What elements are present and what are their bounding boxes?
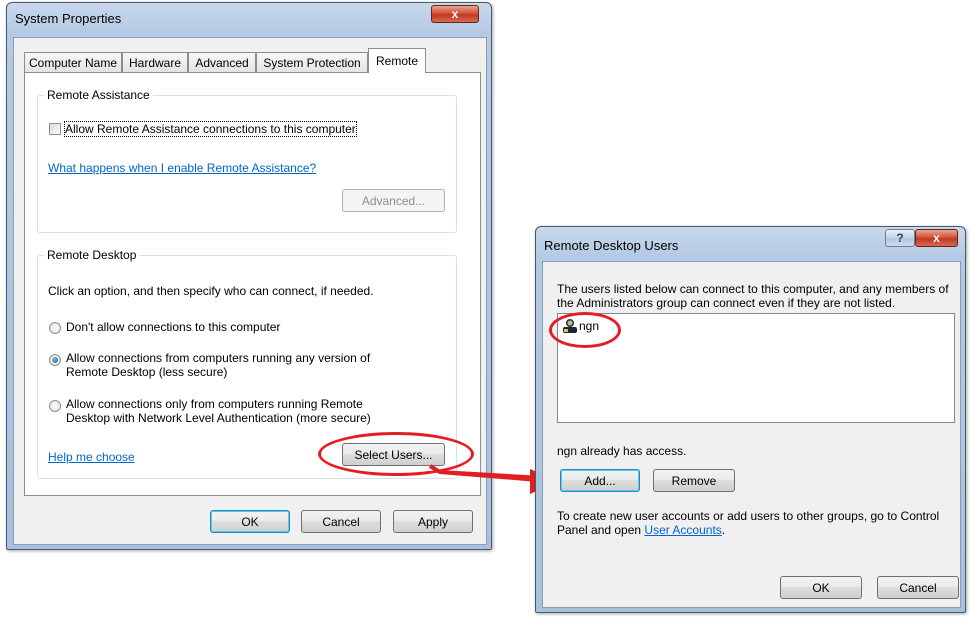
radio-allow-nla-label-line2[interactable]: Desktop with Network Level Authenticatio… xyxy=(66,411,371,425)
tab-hardware[interactable]: Hardware xyxy=(122,52,188,72)
info-line2: Panel and open User Accounts. xyxy=(557,523,725,537)
radio-allow-any-version-label[interactable]: Allow connections from computers running… xyxy=(66,351,370,365)
radio-allow-nla-label[interactable]: Allow connections only from computers ru… xyxy=(66,397,363,411)
tab-label: Remote xyxy=(375,54,419,68)
advanced-button[interactable]: Advanced... xyxy=(342,189,445,212)
cancel-button[interactable]: Cancel xyxy=(301,510,381,533)
radio-allow-any-version[interactable] xyxy=(49,354,61,366)
help-me-choose-link[interactable]: Help me choose xyxy=(48,450,135,464)
annotation-oval-user xyxy=(549,312,621,348)
button-label: Cancel xyxy=(899,580,937,595)
rdu-description-line1: The users listed below can connect to th… xyxy=(557,282,949,296)
close-icon: x xyxy=(933,231,940,245)
button-label: Add... xyxy=(584,473,616,488)
close-button[interactable]: x xyxy=(915,229,958,247)
button-label: Remove xyxy=(671,473,717,488)
tab-system-protection[interactable]: System Protection xyxy=(256,52,368,72)
tab-label: Advanced xyxy=(195,55,249,70)
info-line2-prefix: Panel and open xyxy=(557,523,645,537)
access-status-text: ngn already has access. xyxy=(557,444,687,458)
add-button[interactable]: Add... xyxy=(560,469,640,492)
radio-allow-nla-only[interactable] xyxy=(49,400,61,412)
tab-label: System Protection xyxy=(263,55,361,70)
close-icon: x xyxy=(451,7,459,21)
group-legend: Remote Desktop xyxy=(44,248,140,262)
radio-allow-any-version-label-line2[interactable]: Remote Desktop (less secure) xyxy=(66,365,227,379)
remote-assistance-help-link[interactable]: What happens when I enable Remote Assist… xyxy=(48,161,316,175)
button-label: Cancel xyxy=(322,514,360,529)
button-label: Apply xyxy=(417,514,449,529)
user-accounts-link[interactable]: User Accounts xyxy=(644,523,721,537)
window-title: Remote Desktop Users xyxy=(544,238,679,253)
remote-desktop-instruction: Click an option, and then specify who ca… xyxy=(48,284,374,298)
button-label: Advanced... xyxy=(361,193,426,208)
annotation-oval-select-users xyxy=(318,432,474,476)
help-icon: ? xyxy=(896,231,904,245)
ok-button[interactable]: OK xyxy=(210,510,290,533)
help-button[interactable]: ? xyxy=(885,229,915,247)
radio-dont-allow[interactable] xyxy=(49,322,61,334)
remote-assistance-checkbox-label[interactable]: Allow Remote Assistance connections to t… xyxy=(64,121,357,137)
close-button[interactable]: x xyxy=(431,5,479,23)
ok-button[interactable]: OK xyxy=(780,576,862,599)
remote-assistance-checkbox[interactable] xyxy=(49,123,61,135)
radio-dont-allow-label[interactable]: Don't allow connections to this computer xyxy=(66,320,280,334)
info-line1: To create new user accounts or add users… xyxy=(557,509,940,523)
tab-label: Computer Name xyxy=(28,55,118,70)
rdu-description-line2: the Administrators group can connect eve… xyxy=(557,296,896,310)
info-suffix: . xyxy=(721,523,726,537)
window-title: System Properties xyxy=(15,11,122,26)
remove-button[interactable]: Remove xyxy=(653,469,735,492)
tab-advanced[interactable]: Advanced xyxy=(188,52,256,72)
tab-remote[interactable]: Remote xyxy=(368,48,426,73)
apply-button[interactable]: Apply xyxy=(393,510,473,533)
group-legend: Remote Assistance xyxy=(44,88,153,102)
cancel-button[interactable]: Cancel xyxy=(877,576,959,599)
button-label: OK xyxy=(241,514,259,529)
tab-computer-name[interactable]: Computer Name xyxy=(24,52,122,72)
tab-label: Hardware xyxy=(128,55,182,70)
button-label: OK xyxy=(812,580,830,595)
